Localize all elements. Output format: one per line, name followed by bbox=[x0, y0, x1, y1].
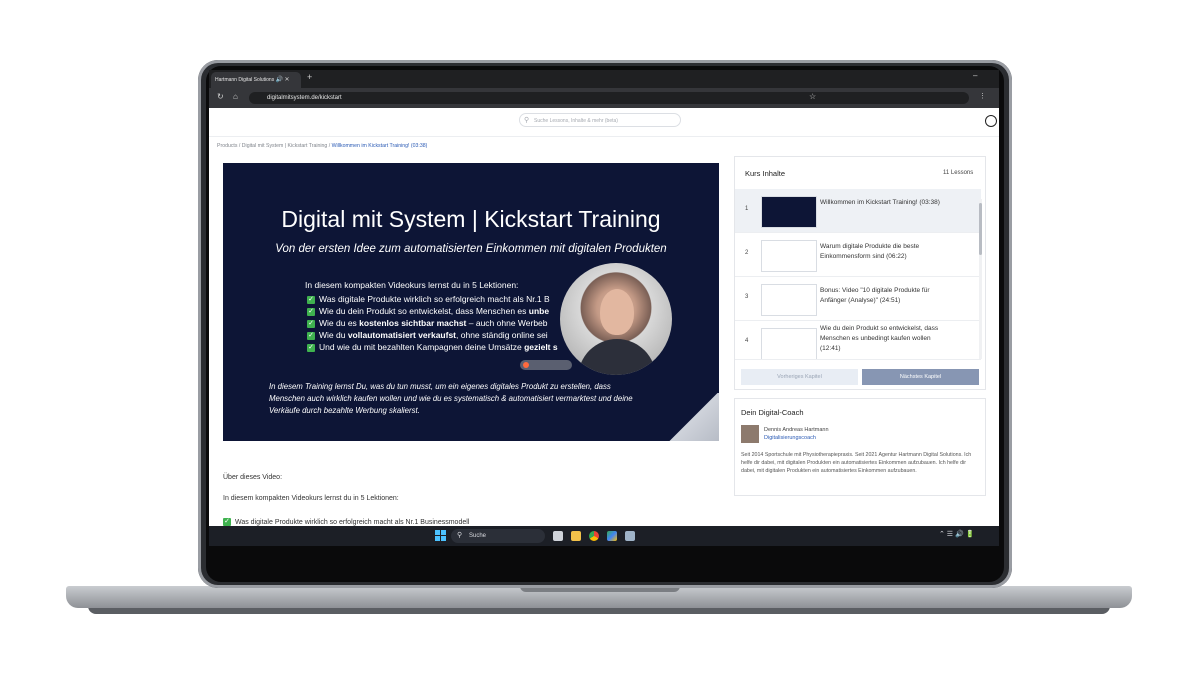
checkmark-icon: ✓ bbox=[307, 331, 315, 340]
video-title: Digital mit System | Kickstart Training bbox=[281, 206, 661, 232]
about-intro: In diesem kompakten Videokurs lernst du … bbox=[223, 495, 399, 502]
address-bar[interactable]: digitalmitsystem.de/kickstart bbox=[249, 92, 969, 104]
search-placeholder: Suche Lessons, Inhalte & mehr (beta) bbox=[534, 118, 618, 124]
presenter-shirt bbox=[578, 339, 656, 375]
extensions-icon[interactable]: ⋮ bbox=[979, 92, 986, 100]
bookmark-star-icon[interactable]: ☆ bbox=[809, 92, 816, 101]
coach-role[interactable]: Digitalisierungscoach bbox=[764, 435, 816, 441]
lesson-title: Wie du dein Produkt so entwickelst, dass… bbox=[820, 325, 939, 352]
site-header: ⚲ Suche Lessons, Inhalte & mehr (beta) bbox=[209, 108, 999, 137]
lesson-thumbnail bbox=[761, 284, 817, 316]
coach-bio: Seit 2014 Sportschule mit Physiotherapie… bbox=[741, 452, 972, 474]
website: ⚲ Suche Lessons, Inhalte & mehr (beta) P… bbox=[209, 108, 999, 526]
site-search-input[interactable]: ⚲ Suche Lessons, Inhalte & mehr (beta) bbox=[519, 113, 681, 127]
coach-name: Dennis Andreas Hartmann bbox=[764, 427, 829, 433]
windows-start-icon[interactable] bbox=[435, 530, 447, 542]
lesson-thumbnail bbox=[761, 240, 817, 272]
record-icon[interactable] bbox=[523, 362, 529, 368]
home-icon[interactable]: ⌂ bbox=[233, 92, 238, 101]
camera-app-icon[interactable] bbox=[625, 531, 635, 541]
checkmark-icon: ✓ bbox=[307, 319, 315, 328]
video-subtitle: Von der ersten Idee zum automatisierten … bbox=[275, 243, 667, 255]
scrollbar-thumb[interactable] bbox=[979, 203, 982, 255]
lesson-number: 3 bbox=[745, 294, 749, 300]
os-taskbar: ⚲ Suche ⌃ ☰ 🔊 🔋 bbox=[209, 526, 999, 546]
laptop-screen: Hartmann Digital Solutions 🔊 ✕ + – ↻ ⌂ d… bbox=[209, 70, 999, 546]
lesson-item[interactable]: 4 Wie du dein Produkt so entwickelst, da… bbox=[735, 321, 981, 360]
close-tab-icon[interactable]: ✕ bbox=[284, 77, 289, 83]
course-heading: Kurs Inhalte bbox=[745, 169, 786, 178]
file-explorer-icon[interactable] bbox=[571, 531, 581, 541]
video-player[interactable]: Digital mit System | Kickstart Training … bbox=[223, 163, 719, 441]
task-view-icon[interactable] bbox=[553, 531, 563, 541]
google-drive-icon[interactable] bbox=[607, 531, 617, 541]
browser-tab-bar: Hartmann Digital Solutions 🔊 ✕ + – bbox=[209, 70, 999, 88]
video-bullet: ✓ Wie du dein Produkt so entwickelst, das… bbox=[307, 306, 550, 316]
breadcrumb-current: Willkommen im Kickstart Training! (03:38… bbox=[331, 143, 428, 149]
webcam-overlay bbox=[560, 263, 672, 375]
system-tray[interactable]: ⌃ ☰ 🔊 🔋 bbox=[939, 530, 974, 538]
lesson-count: 11 Lessons bbox=[943, 170, 974, 176]
lesson-thumbnail bbox=[761, 196, 817, 228]
lesson-number: 1 bbox=[745, 206, 749, 212]
lesson-item[interactable]: 3 Bonus: Video "10 digitale Produkte für… bbox=[735, 277, 981, 321]
checkmark-icon: ✓ bbox=[307, 343, 315, 352]
lesson-number: 2 bbox=[745, 250, 749, 256]
breadcrumb-path[interactable]: Products / Digital mit System | Kickstar… bbox=[217, 143, 327, 149]
next-chapter-button[interactable]: Nächstes Kapitel bbox=[862, 369, 979, 385]
course-contents-panel: Kurs Inhalte 11 Lessons 1 Willkommen im … bbox=[734, 156, 986, 390]
lesson-number: 4 bbox=[745, 338, 749, 344]
lesson-item[interactable]: 1 Willkommen im Kickstart Training! (03:… bbox=[735, 189, 981, 233]
coach-avatar bbox=[741, 425, 759, 443]
minimize-icon[interactable]: – bbox=[973, 71, 977, 80]
video-intro: In diesem kompakten Videokurs lernst du … bbox=[305, 280, 519, 290]
browser-toolbar: ↻ ⌂ digitalmitsystem.de/kickstart ☆ ⋮ bbox=[209, 88, 999, 108]
lesson-item[interactable]: 2 Warum digitale Produkte die beste Eink… bbox=[735, 233, 981, 277]
search-icon: ⚲ bbox=[524, 117, 530, 124]
coach-heading: Dein Digital-Coach bbox=[741, 408, 804, 417]
recording-controls[interactable] bbox=[520, 360, 572, 370]
video-paragraph: In diesem Training lernst Du, was du tun… bbox=[269, 382, 633, 415]
about-list-item: ✓ Was digitale Produkte wirklich so erfol… bbox=[223, 518, 470, 526]
lesson-title: Warum digitale Produkte die beste Einkom… bbox=[820, 243, 920, 260]
page-curl-decoration bbox=[669, 393, 719, 441]
video-bullet: ✓ Was digitale Produkte wirklich so erfol… bbox=[307, 294, 550, 304]
coach-panel: Dein Digital-Coach Dennis Andreas Hartma… bbox=[734, 398, 986, 496]
checkmark-icon: ✓ bbox=[307, 295, 315, 304]
previous-chapter-button[interactable]: Vorheriges Kapitel bbox=[741, 369, 858, 385]
lesson-thumbnail bbox=[761, 328, 817, 359]
lesson-title: Willkommen im Kickstart Training! (03:38… bbox=[820, 199, 940, 206]
reload-icon[interactable]: ↻ bbox=[217, 92, 224, 101]
breadcrumb: Products / Digital mit System | Kickstar… bbox=[217, 143, 427, 149]
search-icon: ⚲ bbox=[457, 532, 463, 539]
video-bullet: ✓ Und wie du mit bezahlten Kampagnen dein… bbox=[307, 342, 558, 352]
checkmark-icon: ✓ bbox=[223, 518, 231, 526]
video-bullet: ✓ Wie du vollautomatisiert verkaufst, ohn… bbox=[307, 330, 548, 340]
speaker-icon: 🔊 bbox=[275, 77, 284, 83]
taskbar-search-label: Suche bbox=[469, 533, 487, 539]
chrome-icon[interactable] bbox=[589, 531, 599, 541]
about-section: Über dieses Video: In diesem kompakten V… bbox=[223, 454, 723, 526]
new-tab-icon[interactable]: + bbox=[307, 72, 312, 82]
presenter-face bbox=[600, 289, 634, 335]
about-heading: Über dieses Video: bbox=[223, 474, 283, 481]
video-bullet: ✓ Wie du es kostenlos sichtbar machst – a… bbox=[307, 318, 548, 328]
lesson-title: Bonus: Video "10 digitale Produkte für A… bbox=[820, 287, 930, 304]
browser-tab[interactable]: Hartmann Digital Solutions 🔊 ✕ bbox=[211, 72, 301, 88]
url-text: digitalmitsystem.de/kickstart bbox=[267, 95, 342, 101]
user-avatar-icon[interactable] bbox=[985, 115, 997, 127]
taskbar-search[interactable]: ⚲ Suche bbox=[451, 529, 545, 543]
tab-title: Hartmann Digital Solutions bbox=[215, 77, 275, 83]
checkmark-icon: ✓ bbox=[307, 307, 315, 316]
